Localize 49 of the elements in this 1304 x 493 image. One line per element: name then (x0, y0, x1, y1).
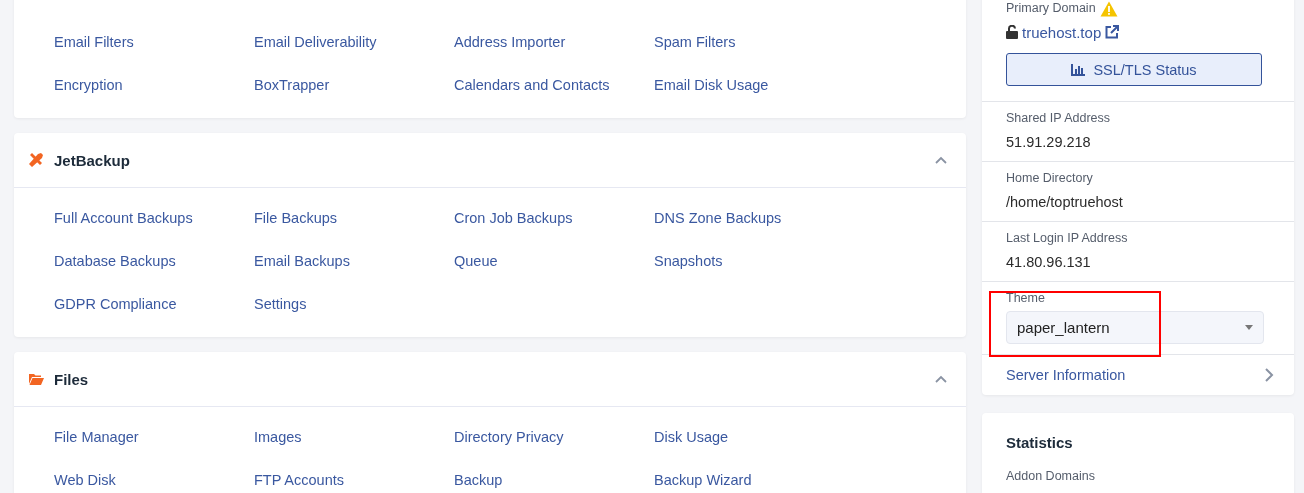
tool-link[interactable]: Directory Privacy (454, 428, 564, 445)
bar-chart-icon (1071, 63, 1086, 76)
tool-link[interactable]: Snapshots (654, 252, 723, 269)
tool-link[interactable]: Full Account Backups (54, 209, 193, 226)
tool-link[interactable]: Email Disk Usage (654, 76, 769, 93)
tool-link[interactable]: Backup Wizard (654, 471, 752, 488)
external-link-icon[interactable] (1105, 25, 1120, 39)
tool-link[interactable]: File Manager (54, 428, 139, 445)
field-value: 41.80.96.131 (1006, 253, 1092, 272)
tool-link[interactable]: Cron Job Backups (454, 209, 573, 226)
tool-link[interactable]: Encryption (54, 76, 123, 93)
tool-link[interactable]: Web Disk (54, 471, 116, 488)
field-label: Primary Domain (1006, 0, 1096, 17)
theme-select[interactable]: paper_lantern (1006, 311, 1264, 344)
chevron-right-icon[interactable] (1264, 367, 1274, 383)
tool-link[interactable]: GDPR Compliance (54, 295, 177, 312)
tool-link[interactable]: Email Backups (254, 252, 350, 269)
tool-link[interactable]: Database Backups (54, 252, 176, 269)
tool-link[interactable]: Email Filters (54, 33, 134, 50)
tool-link[interactable]: File Backups (254, 209, 337, 226)
unlocked-padlock-icon (1006, 25, 1018, 39)
tools-icon (28, 152, 44, 168)
tool-link[interactable]: Settings (254, 295, 307, 312)
field-value: /home/toptruehost (1006, 193, 1124, 212)
ssl-status-button[interactable]: SSL/TLS Status (1006, 53, 1262, 86)
section-title[interactable]: Files (54, 370, 934, 388)
tool-link[interactable]: BoxTrapper (254, 76, 330, 93)
folder-icon (28, 371, 44, 387)
field-value: 51.91.29.218 (1006, 133, 1092, 152)
tool-link[interactable]: Email Deliverability (254, 33, 377, 50)
tool-link[interactable]: Disk Usage (654, 428, 729, 445)
domain-link[interactable]: truehost.top (1022, 23, 1102, 41)
tool-link[interactable]: Calendars and Contacts (454, 76, 610, 93)
tool-link[interactable]: Queue (454, 252, 498, 269)
server-information-link[interactable]: Server Information (1006, 367, 1126, 383)
tool-link[interactable]: Backup (454, 471, 503, 488)
field-label: Last Login IP Address (1006, 230, 1129, 247)
section-title[interactable]: JetBackup (54, 151, 934, 169)
tool-link[interactable]: Address Importer (454, 33, 566, 50)
field-label: Shared IP Address (1006, 110, 1111, 127)
tool-link[interactable]: Spam Filters (654, 33, 736, 50)
field-label: Theme (1006, 290, 1046, 307)
dropdown-caret-icon[interactable] (1245, 325, 1253, 330)
tool-link[interactable]: DNS Zone Backups (654, 209, 782, 226)
stat-label: Addon Domains (1006, 468, 1096, 485)
tool-link[interactable]: FTP Accounts (254, 471, 344, 488)
statistics-title: Statistics (1006, 433, 1074, 453)
field-label: Home Directory (1006, 170, 1094, 187)
tool-link[interactable]: Images (254, 428, 302, 445)
